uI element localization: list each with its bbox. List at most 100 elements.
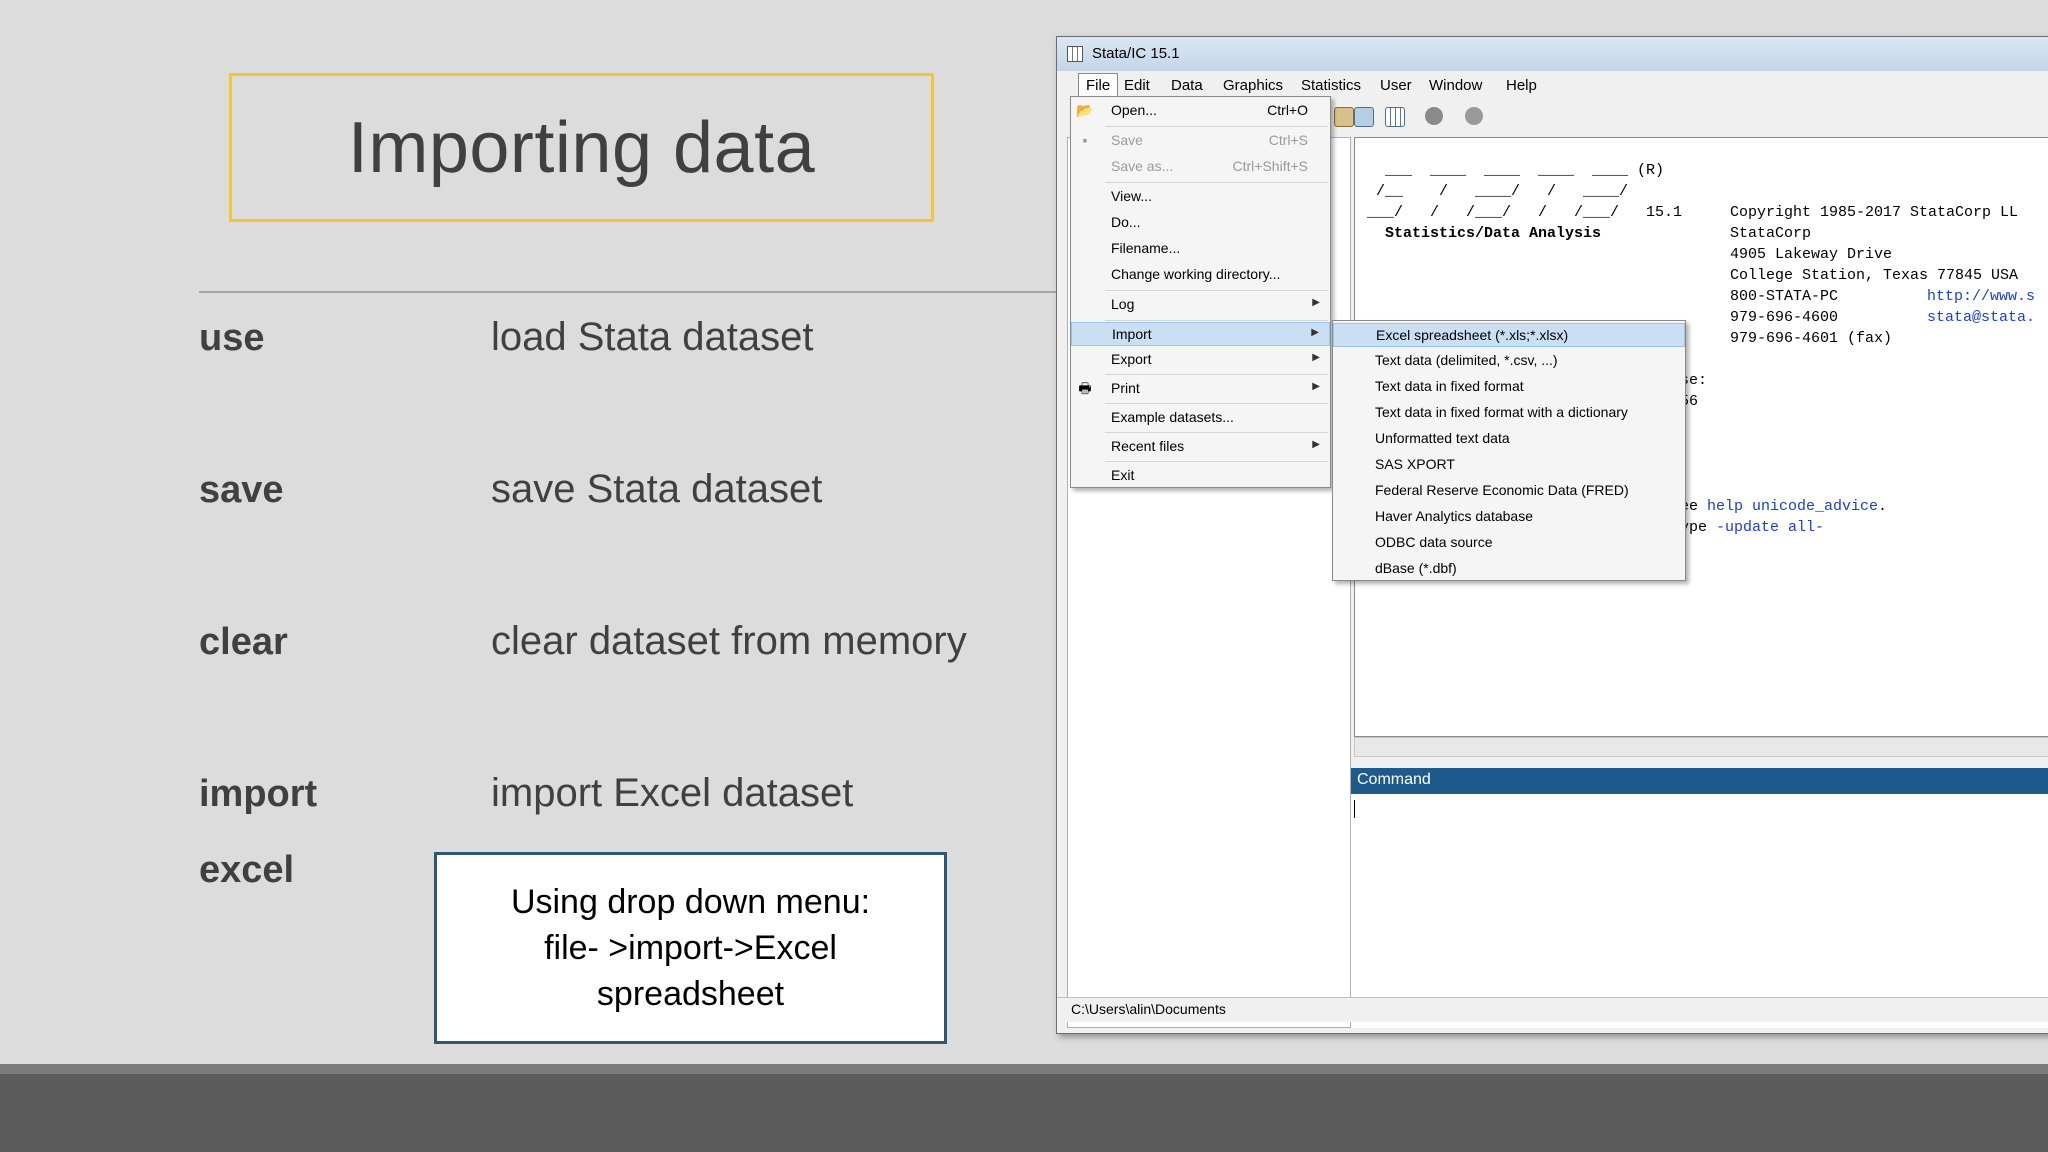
menu-separator	[1105, 432, 1328, 433]
copyright-line-7: 979-696-4601 (fax)	[1730, 330, 1893, 347]
menu-item-recent-files[interactable]: Recent files ▶	[1071, 435, 1330, 459]
menu-item-print[interactable]: 🖶 Print ▶	[1071, 377, 1330, 401]
menu-item-save-as[interactable]: Save as... Ctrl+Shift+S	[1071, 155, 1330, 179]
copyright-line-5: 800-STATA-PC	[1730, 288, 1839, 305]
menu-separator	[1105, 403, 1328, 404]
submenu-item-odbc[interactable]: ODBC data source	[1333, 531, 1685, 555]
command-save-desc: save Stata dataset	[491, 467, 823, 511]
menu-separator	[1105, 126, 1328, 127]
submenu-item-text-fixed-dictionary[interactable]: Text data in fixed format with a diction…	[1333, 401, 1685, 425]
menu-graphics[interactable]: Graphics	[1223, 77, 1283, 94]
text-caret	[1354, 800, 1355, 818]
menu-item-filename[interactable]: Filename...	[1071, 237, 1330, 261]
command-import-desc: import Excel dataset	[491, 771, 854, 815]
menu-user[interactable]: User	[1380, 77, 1412, 94]
update-all-link[interactable]: -update all-	[1716, 519, 1824, 536]
command-import: import	[199, 773, 318, 815]
data-editor-icon[interactable]	[1385, 107, 1405, 127]
submenu-item-text-fixed[interactable]: Text data in fixed format	[1333, 375, 1685, 399]
menu-separator	[1105, 320, 1328, 321]
working-directory: C:\Users\alin\Documents	[1071, 1001, 1226, 1017]
command-pane-header: Command	[1351, 768, 2048, 794]
slide-title-box: Importing data	[229, 73, 934, 222]
command-input[interactable]	[1351, 794, 2048, 1028]
copyright-line-6: 979-696-4600	[1730, 309, 1839, 326]
menu-item-log[interactable]: Log ▶	[1071, 293, 1330, 317]
menu-edit[interactable]: Edit	[1124, 77, 1150, 94]
file-menu: 📂 Open... Ctrl+O ▪ Save Ctrl+S Save as..…	[1070, 96, 1331, 488]
submenu-item-text-delimited[interactable]: Text data (delimited, *.csv, ...)	[1333, 349, 1685, 373]
submenu-arrow-icon: ▶	[1312, 439, 1320, 450]
stata-logo-line-3: ___/ / /___/ / /___/ 15.1	[1367, 204, 1683, 221]
divider	[199, 291, 1059, 293]
command-clear-desc: clear dataset from memory	[491, 619, 967, 663]
command-use-desc: load Stata dataset	[491, 315, 814, 359]
command-excel: excel	[199, 849, 295, 891]
menu-item-save[interactable]: ▪ Save Ctrl+S	[1071, 129, 1330, 153]
menu-file[interactable]: File	[1078, 73, 1119, 98]
window-title: Stata/IC 15.1	[1092, 45, 1180, 62]
stata-email-link[interactable]: stata@stata.	[1927, 307, 2035, 328]
submenu-item-unformatted-text[interactable]: Unformatted text data	[1333, 427, 1685, 451]
menu-separator	[1105, 374, 1328, 375]
stata-app-icon	[1067, 46, 1083, 62]
graph-icon[interactable]	[1354, 107, 1374, 127]
submenu-item-excel[interactable]: Excel spreadsheet (*.xls;*.xlsx)	[1333, 323, 1685, 347]
copyright-line-3: 4905 Lakeway Drive	[1730, 246, 1893, 263]
command-use: use	[199, 317, 265, 359]
menu-item-view[interactable]: View...	[1071, 185, 1330, 209]
stata-logo-line-2: /__ / ____/ / ____/	[1367, 183, 1629, 200]
slide-footer-line	[0, 1064, 2048, 1074]
menu-item-change-directory[interactable]: Change working directory...	[1071, 263, 1330, 287]
note-line-3: spreadsheet	[596, 975, 785, 1013]
menu-statistics[interactable]: Statistics	[1301, 77, 1361, 94]
copyright-line-2: StataCorp	[1730, 225, 1812, 242]
stata-logo-line-1: ___ ____ ____ ____ ____ (R)	[1367, 162, 1665, 179]
menu-window[interactable]: Window	[1429, 77, 1482, 94]
command-label: Command	[1357, 771, 1431, 788]
submenu-item-fred[interactable]: Federal Reserve Economic Data (FRED)	[1333, 479, 1685, 503]
menu-item-example-datasets[interactable]: Example datasets...	[1071, 406, 1330, 430]
menu-item-exit[interactable]: Exit	[1071, 464, 1330, 488]
menu-item-open[interactable]: 📂 Open... Ctrl+O	[1071, 99, 1330, 123]
command-save: save	[199, 469, 284, 511]
note-line-2: file- >import->Excel	[544, 929, 837, 967]
do-file-editor-icon[interactable]	[1334, 107, 1354, 127]
status-bar: C:\Users\alin\Documents	[1057, 997, 2048, 1022]
menu-help[interactable]: Help	[1506, 77, 1537, 94]
stata-logo-line-4: Statistics/Data Analysis	[1367, 225, 1602, 242]
submenu-arrow-icon: ▶	[1311, 327, 1319, 338]
save-disk-icon: ▪	[1082, 132, 1088, 148]
open-folder-icon: 📂	[1076, 102, 1094, 118]
menu-separator	[1105, 461, 1328, 462]
note-box: Using drop down menu: file- >import->Exc…	[434, 852, 947, 1044]
submenu-item-haver[interactable]: Haver Analytics database	[1333, 505, 1685, 529]
title-bar: Stata/IC 15.1	[1057, 37, 2048, 71]
menu-separator	[1105, 182, 1328, 183]
menu-separator	[1105, 290, 1328, 291]
import-submenu: Excel spreadsheet (*.xls;*.xlsx) Text da…	[1332, 320, 1686, 581]
stata-url-link[interactable]: http://www.s	[1927, 286, 2035, 307]
help-line: ee help unicode_advice.	[1680, 496, 1887, 517]
break-icon[interactable]	[1465, 107, 1483, 125]
submenu-item-dbase[interactable]: dBase (*.dbf)	[1333, 557, 1685, 581]
submenu-arrow-icon: ▶	[1312, 297, 1320, 308]
help-suffix: .	[1878, 498, 1888, 515]
menu-item-do[interactable]: Do...	[1071, 211, 1330, 235]
slide-title: Importing data	[347, 107, 816, 188]
copyright-line-1: Copyright 1985-2017 StataCorp LL	[1730, 204, 2019, 221]
menu-bar: File Edit Data Graphics Statistics User …	[1057, 71, 2048, 99]
menu-item-export[interactable]: Export ▶	[1071, 348, 1330, 372]
help-unicode-link[interactable]: help unicode_advice	[1707, 498, 1878, 515]
command-clear: clear	[199, 621, 288, 663]
menu-data[interactable]: Data	[1171, 77, 1203, 94]
submenu-arrow-icon: ▶	[1312, 352, 1320, 363]
update-line: ype -update all-	[1680, 517, 1824, 538]
submenu-item-sas-xport[interactable]: SAS XPORT	[1333, 453, 1685, 477]
horizontal-scrollbar[interactable]	[1354, 737, 2048, 757]
more-icon[interactable]	[1425, 107, 1443, 125]
copyright-line-4: College Station, Texas 77845 USA	[1730, 267, 2019, 284]
note-line-1: Using drop down menu:	[510, 883, 871, 921]
menu-item-import[interactable]: Import ▶	[1071, 322, 1330, 346]
printer-icon: 🖶	[1078, 380, 1092, 396]
